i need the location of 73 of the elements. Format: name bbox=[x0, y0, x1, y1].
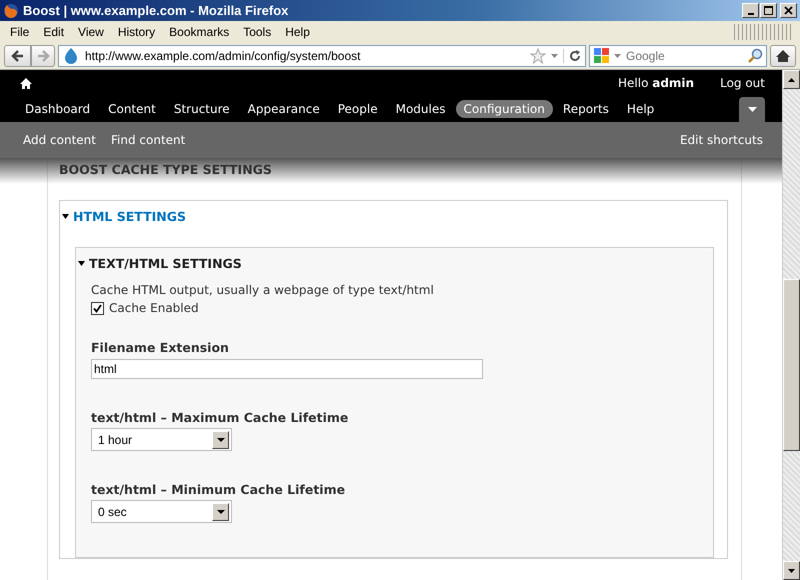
field-label: Filename Extension bbox=[91, 340, 230, 355]
section-heading: BOOST CACHE TYPE SETTINGS bbox=[59, 162, 273, 179]
url-text[interactable]: http://www.example.com/admin/config/system/boost bbox=[85, 49, 525, 63]
shortcuts-toggle-button[interactable] bbox=[739, 97, 765, 122]
scroll-up-button[interactable] bbox=[783, 70, 800, 89]
caret-icon bbox=[62, 214, 69, 219]
caret-icon bbox=[748, 107, 756, 112]
up-arrow-icon bbox=[788, 78, 795, 82]
scrollbar-thumb[interactable] bbox=[783, 279, 800, 451]
menu-item[interactable]: Tools bbox=[237, 25, 280, 39]
toolbar-tab[interactable]: Structure bbox=[166, 100, 238, 118]
dropdown-arrow-icon[interactable] bbox=[614, 54, 621, 58]
toolbar-tab[interactable]: People bbox=[330, 100, 386, 118]
address-bar[interactable]: http://www.example.com/admin/config/system/boost bbox=[58, 45, 586, 67]
menu-item[interactable]: File bbox=[4, 25, 38, 39]
fieldset-toggle[interactable]: HTML SETTINGS bbox=[62, 209, 714, 224]
back-button[interactable] bbox=[4, 45, 31, 67]
drop-icon bbox=[62, 47, 80, 65]
toolbar-tab[interactable]: Content bbox=[100, 100, 164, 118]
forward-arrow-icon bbox=[36, 49, 50, 63]
back-arrow-icon bbox=[10, 49, 24, 63]
field-label: text/html – Maximum Cache Lifetime bbox=[91, 410, 350, 425]
toolbar-tab[interactable]: Dashboard bbox=[17, 100, 98, 118]
home-icon[interactable] bbox=[20, 78, 32, 88]
maximize-button[interactable] bbox=[760, 3, 777, 18]
logout-link[interactable]: Log out bbox=[720, 76, 765, 90]
description-text: Cache HTML output, usually a webpage of type text/html bbox=[91, 283, 435, 297]
shortcut-link[interactable]: Add content bbox=[23, 133, 96, 147]
select-dropdown[interactable]: 0 sec bbox=[91, 500, 232, 523]
toolbar-tab[interactable]: Help bbox=[618, 100, 662, 118]
toolbar-tab[interactable]: Appearance bbox=[240, 100, 328, 118]
search-icon[interactable] bbox=[747, 48, 763, 64]
menu-item[interactable]: Edit bbox=[37, 25, 72, 39]
window-title: Boost | www.example.com - Mozilla Firefox bbox=[23, 3, 288, 18]
scroll-down-button[interactable] bbox=[783, 561, 800, 580]
search-bar[interactable]: Google bbox=[589, 45, 767, 67]
close-icon bbox=[784, 6, 793, 15]
checkbox[interactable] bbox=[91, 302, 104, 314]
scrollbar[interactable] bbox=[782, 70, 800, 580]
shortcut-link[interactable]: Find content bbox=[111, 133, 186, 147]
dropdown-button[interactable] bbox=[212, 502, 229, 520]
toolbar-tab[interactable]: Modules bbox=[388, 100, 454, 118]
select-dropdown[interactable]: 1 hour bbox=[91, 428, 232, 451]
checkbox-label: Cache Enabled bbox=[109, 301, 199, 315]
dropdown-button[interactable] bbox=[212, 430, 229, 448]
minimize-button[interactable] bbox=[742, 3, 759, 18]
toolbar-tab[interactable]: Reports bbox=[554, 100, 617, 118]
star-icon[interactable] bbox=[530, 48, 546, 64]
menu-item[interactable]: History bbox=[112, 25, 164, 39]
inner-fieldset-toggle[interactable]: TEXT/HTML SETTINGS bbox=[78, 256, 699, 271]
greeting-text: Hello admin bbox=[618, 76, 694, 90]
home-icon bbox=[775, 49, 791, 63]
reload-icon[interactable] bbox=[563, 49, 582, 63]
dropdown-arrow-icon[interactable] bbox=[551, 54, 558, 58]
checkmark-icon bbox=[93, 304, 102, 312]
firefox-logo-icon bbox=[3, 2, 19, 18]
menu-item[interactable]: Bookmarks bbox=[163, 25, 238, 39]
search-engine-icon bbox=[593, 47, 611, 65]
minimize-icon bbox=[748, 12, 754, 14]
edit-shortcuts-link[interactable]: Edit shortcuts bbox=[680, 133, 763, 147]
menu-item[interactable]: Help bbox=[279, 25, 318, 39]
menu-item[interactable]: View bbox=[72, 25, 112, 39]
caret-icon bbox=[78, 261, 85, 266]
maximize-icon bbox=[764, 6, 773, 15]
input-field[interactable]: html bbox=[91, 359, 483, 379]
down-arrow-icon bbox=[788, 568, 795, 572]
toolbar-grip-icon bbox=[734, 24, 794, 40]
toolbar-tab[interactable]: Configuration bbox=[456, 100, 553, 118]
field-label: text/html – Minimum Cache Lifetime bbox=[91, 482, 346, 497]
close-button[interactable] bbox=[780, 3, 797, 18]
caret-icon bbox=[216, 438, 224, 442]
home-button[interactable] bbox=[770, 45, 796, 67]
caret-icon bbox=[216, 510, 224, 514]
